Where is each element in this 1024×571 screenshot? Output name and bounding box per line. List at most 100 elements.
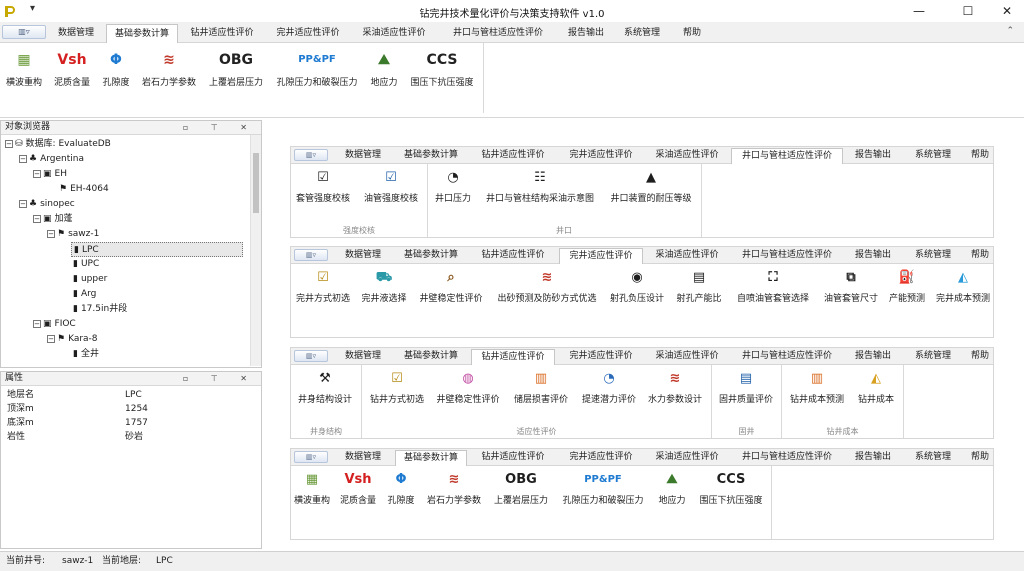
ribbon-collapse-icon[interactable]: ⌃ xyxy=(1006,26,1014,36)
tree-node-sawz-1[interactable]: − ⚑ sawz-1 xyxy=(47,227,99,242)
explorer-pane-buttons[interactable]: ▫ ⊤ ✕ xyxy=(183,121,257,134)
capacity-forecast-button[interactable]: ⛽ 产能预测 xyxy=(885,266,929,304)
tab-completion-eval[interactable]: 完井适应性评价 xyxy=(559,450,643,466)
tab-drilling-eval[interactable]: 钻井适应性评价 xyxy=(471,248,555,264)
tree-node-eh[interactable]: − ▣ EH xyxy=(33,167,67,182)
wellhead-diagram-button[interactable]: ☷ 井口与管柱结构采油示意图 xyxy=(479,166,601,204)
tab-help[interactable]: 帮助 xyxy=(965,349,995,365)
fluid-select-button[interactable]: ⛟ 完井液选择 xyxy=(357,266,411,304)
ccs-button[interactable]: CCS 围压下抗压强度 xyxy=(406,47,478,97)
tab-completion-eval[interactable]: 完井适应性评价 xyxy=(559,349,643,365)
perforation-button[interactable]: ◉ 射孔负压设计 xyxy=(607,266,667,304)
tab-basic-params[interactable]: 基础参数计算 xyxy=(395,450,467,466)
tab-data-management[interactable]: 数据管理 xyxy=(48,24,104,43)
drilling-cost-forecast-button[interactable]: ▥ 钻井成本预测 xyxy=(785,367,849,405)
hydraulic-button[interactable]: ≋ 水力参数设计 xyxy=(643,367,707,405)
app-menu-button[interactable]: ▥▿ xyxy=(294,350,328,362)
vsh-button[interactable]: Vsh 泥质含量 xyxy=(337,468,379,506)
tab-drilling-eval[interactable]: 钻井适应性评价 xyxy=(471,450,555,466)
shear-wave-button[interactable]: ▦ 横波重构 xyxy=(2,47,46,97)
wellbore-eval-button[interactable]: ◍ 井壁稳定性评价 xyxy=(433,367,503,405)
tab-data-management[interactable]: 数据管理 xyxy=(335,349,391,365)
tree-node-eh-4064[interactable]: ⚑ EH-4064 xyxy=(59,182,109,197)
property-row[interactable]: 地层名 LPC xyxy=(1,388,261,402)
tab-completion-eval[interactable]: 完井适应性评价 xyxy=(559,248,643,264)
tree-node-upper[interactable]: ▮ upper xyxy=(73,272,107,287)
tree-node-lpc[interactable]: ▮ LPC xyxy=(71,242,243,257)
overburden-button[interactable]: OBG 上覆岩层压力 xyxy=(489,468,553,506)
wellhead-pressure-button[interactable]: ◔ 井口压力 xyxy=(431,166,475,204)
tree-node-argentina[interactable]: − ♣ Argentina xyxy=(19,152,84,167)
tree-node-database[interactable]: − ⛁ 数据库: EvaluateDB xyxy=(5,137,111,152)
tubing-check-button[interactable]: ☑ 油管强度校核 xyxy=(359,166,423,204)
tab-report[interactable]: 报告输出 xyxy=(847,148,899,164)
drilling-cost-button[interactable]: ◭ 钻井成本 xyxy=(853,367,899,405)
tab-production-eval[interactable]: 采油适应性评价 xyxy=(645,450,729,466)
tab-system[interactable]: 系统管理 xyxy=(903,248,963,264)
tab-wellhead-eval[interactable]: 井口与管柱适应性评价 xyxy=(731,148,843,164)
vsh-button[interactable]: Vsh 泥质含量 xyxy=(50,47,94,97)
pore-fracture-pressure-button[interactable]: PP&PF 孔隙压力和破裂压力 xyxy=(272,47,362,97)
app-menu-button[interactable]: ▥▿ xyxy=(294,249,328,261)
tab-completion-eval[interactable]: 完井适应性评价 xyxy=(266,24,350,43)
panel-splitter[interactable] xyxy=(264,120,286,550)
property-row[interactable]: 顶深m 1254 xyxy=(1,402,261,416)
tab-completion-eval[interactable]: 完井适应性评价 xyxy=(559,148,643,164)
tab-production-eval[interactable]: 采油适应性评价 xyxy=(645,248,729,264)
tab-data-management[interactable]: 数据管理 xyxy=(335,248,391,264)
pore-fracture-pressure-button[interactable]: PP&PF 孔隙压力和破裂压力 xyxy=(557,468,649,506)
rock-mechanics-button[interactable]: ≋ 岩石力学参数 xyxy=(423,468,485,506)
rop-button[interactable]: ◔ 提速潜力评价 xyxy=(579,367,639,405)
tree-node-gabon[interactable]: − ▣ 加蓬 xyxy=(33,212,73,227)
pressure-grade-button[interactable]: ▲ 井口装置的耐压等级 xyxy=(605,166,697,204)
cement-quality-button[interactable]: ▤ 固井质量评价 xyxy=(715,367,777,405)
property-row[interactable]: 底深m 1757 xyxy=(1,416,261,430)
porosity-button[interactable]: Φ 孔隙度 xyxy=(98,47,134,97)
app-menu-button[interactable]: ▥▿ xyxy=(294,149,328,161)
tree-scrollbar[interactable] xyxy=(250,135,261,366)
tree-node-kara-8[interactable]: − ⚑ Kara-8 xyxy=(47,332,98,347)
porosity-button[interactable]: Φ 孔隙度 xyxy=(383,468,419,506)
well-structure-button[interactable]: ⚒ 井身结构设计 xyxy=(293,367,357,405)
tab-basic-params[interactable]: 基础参数计算 xyxy=(395,349,467,365)
maximize-button[interactable]: ☐ xyxy=(951,0,985,22)
tab-report[interactable]: 报告输出 xyxy=(560,24,612,43)
tab-basic-params[interactable]: 基础参数计算 xyxy=(395,148,467,164)
rock-mechanics-button[interactable]: ≋ 岩石力学参数 xyxy=(138,47,200,97)
tab-help[interactable]: 帮助 xyxy=(965,248,995,264)
tree-node-sinopec[interactable]: − ♣ sinopec xyxy=(19,197,75,212)
tab-system[interactable]: 系统管理 xyxy=(903,349,963,365)
geostress-button[interactable]: ⛰ 地应力 xyxy=(653,468,691,506)
tab-system[interactable]: 系统管理 xyxy=(903,450,963,466)
overburden-button[interactable]: OBG 上覆岩层压力 xyxy=(204,47,268,97)
productivity-button[interactable]: ▤ 射孔产能比 xyxy=(671,266,727,304)
tab-wellhead-eval[interactable]: 井口与管柱适应性评价 xyxy=(731,349,843,365)
completion-cost-button[interactable]: ◭ 完井成本预测 xyxy=(933,266,993,304)
tab-drilling-eval[interactable]: 钻井适应性评价 xyxy=(180,24,264,43)
tab-production-eval[interactable]: 采油适应性评价 xyxy=(352,24,436,43)
tab-system[interactable]: 系统管理 xyxy=(614,24,670,43)
tab-data-management[interactable]: 数据管理 xyxy=(335,450,391,466)
tree-node-upc[interactable]: ▮ UPC xyxy=(73,257,99,272)
shear-wave-button[interactable]: ▦ 横波重构 xyxy=(291,468,333,506)
tab-help[interactable]: 帮助 xyxy=(672,24,712,43)
tree-node-17-5in[interactable]: ▮ 17.5in井段 xyxy=(73,302,127,317)
app-menu-button[interactable]: ▥▿ xyxy=(2,25,46,39)
geostress-button[interactable]: ⛰ 地应力 xyxy=(366,47,402,97)
tubing-select-button[interactable]: ⛶ 自喷油管套管选择 xyxy=(731,266,815,304)
close-button[interactable]: ✕ xyxy=(990,0,1024,22)
tab-basic-params[interactable]: 基础参数计算 xyxy=(395,248,467,264)
tab-help[interactable]: 帮助 xyxy=(965,148,995,164)
app-menu-button[interactable]: ▥▿ xyxy=(294,451,328,463)
tree-node-fioc[interactable]: − ▣ FIOC xyxy=(33,317,76,332)
sand-control-button[interactable]: ≋ 出砂预测及防砂方式优选 xyxy=(491,266,603,304)
drilling-select-button[interactable]: ☑ 钻井方式初选 xyxy=(365,367,429,405)
tab-production-eval[interactable]: 采油适应性评价 xyxy=(645,349,729,365)
wellbore-stability-button[interactable]: ⌕ 井壁稳定性评价 xyxy=(415,266,487,304)
tab-report[interactable]: 报告输出 xyxy=(847,349,899,365)
tab-data-management[interactable]: 数据管理 xyxy=(335,148,391,164)
property-row[interactable]: 岩性 砂岩 xyxy=(1,430,261,444)
completion-select-button[interactable]: ☑ 完井方式初选 xyxy=(291,266,355,304)
properties-pane-buttons[interactable]: ▫ ⊤ ✕ xyxy=(183,372,257,385)
tree-node-arg[interactable]: ▮ Arg xyxy=(73,287,96,302)
